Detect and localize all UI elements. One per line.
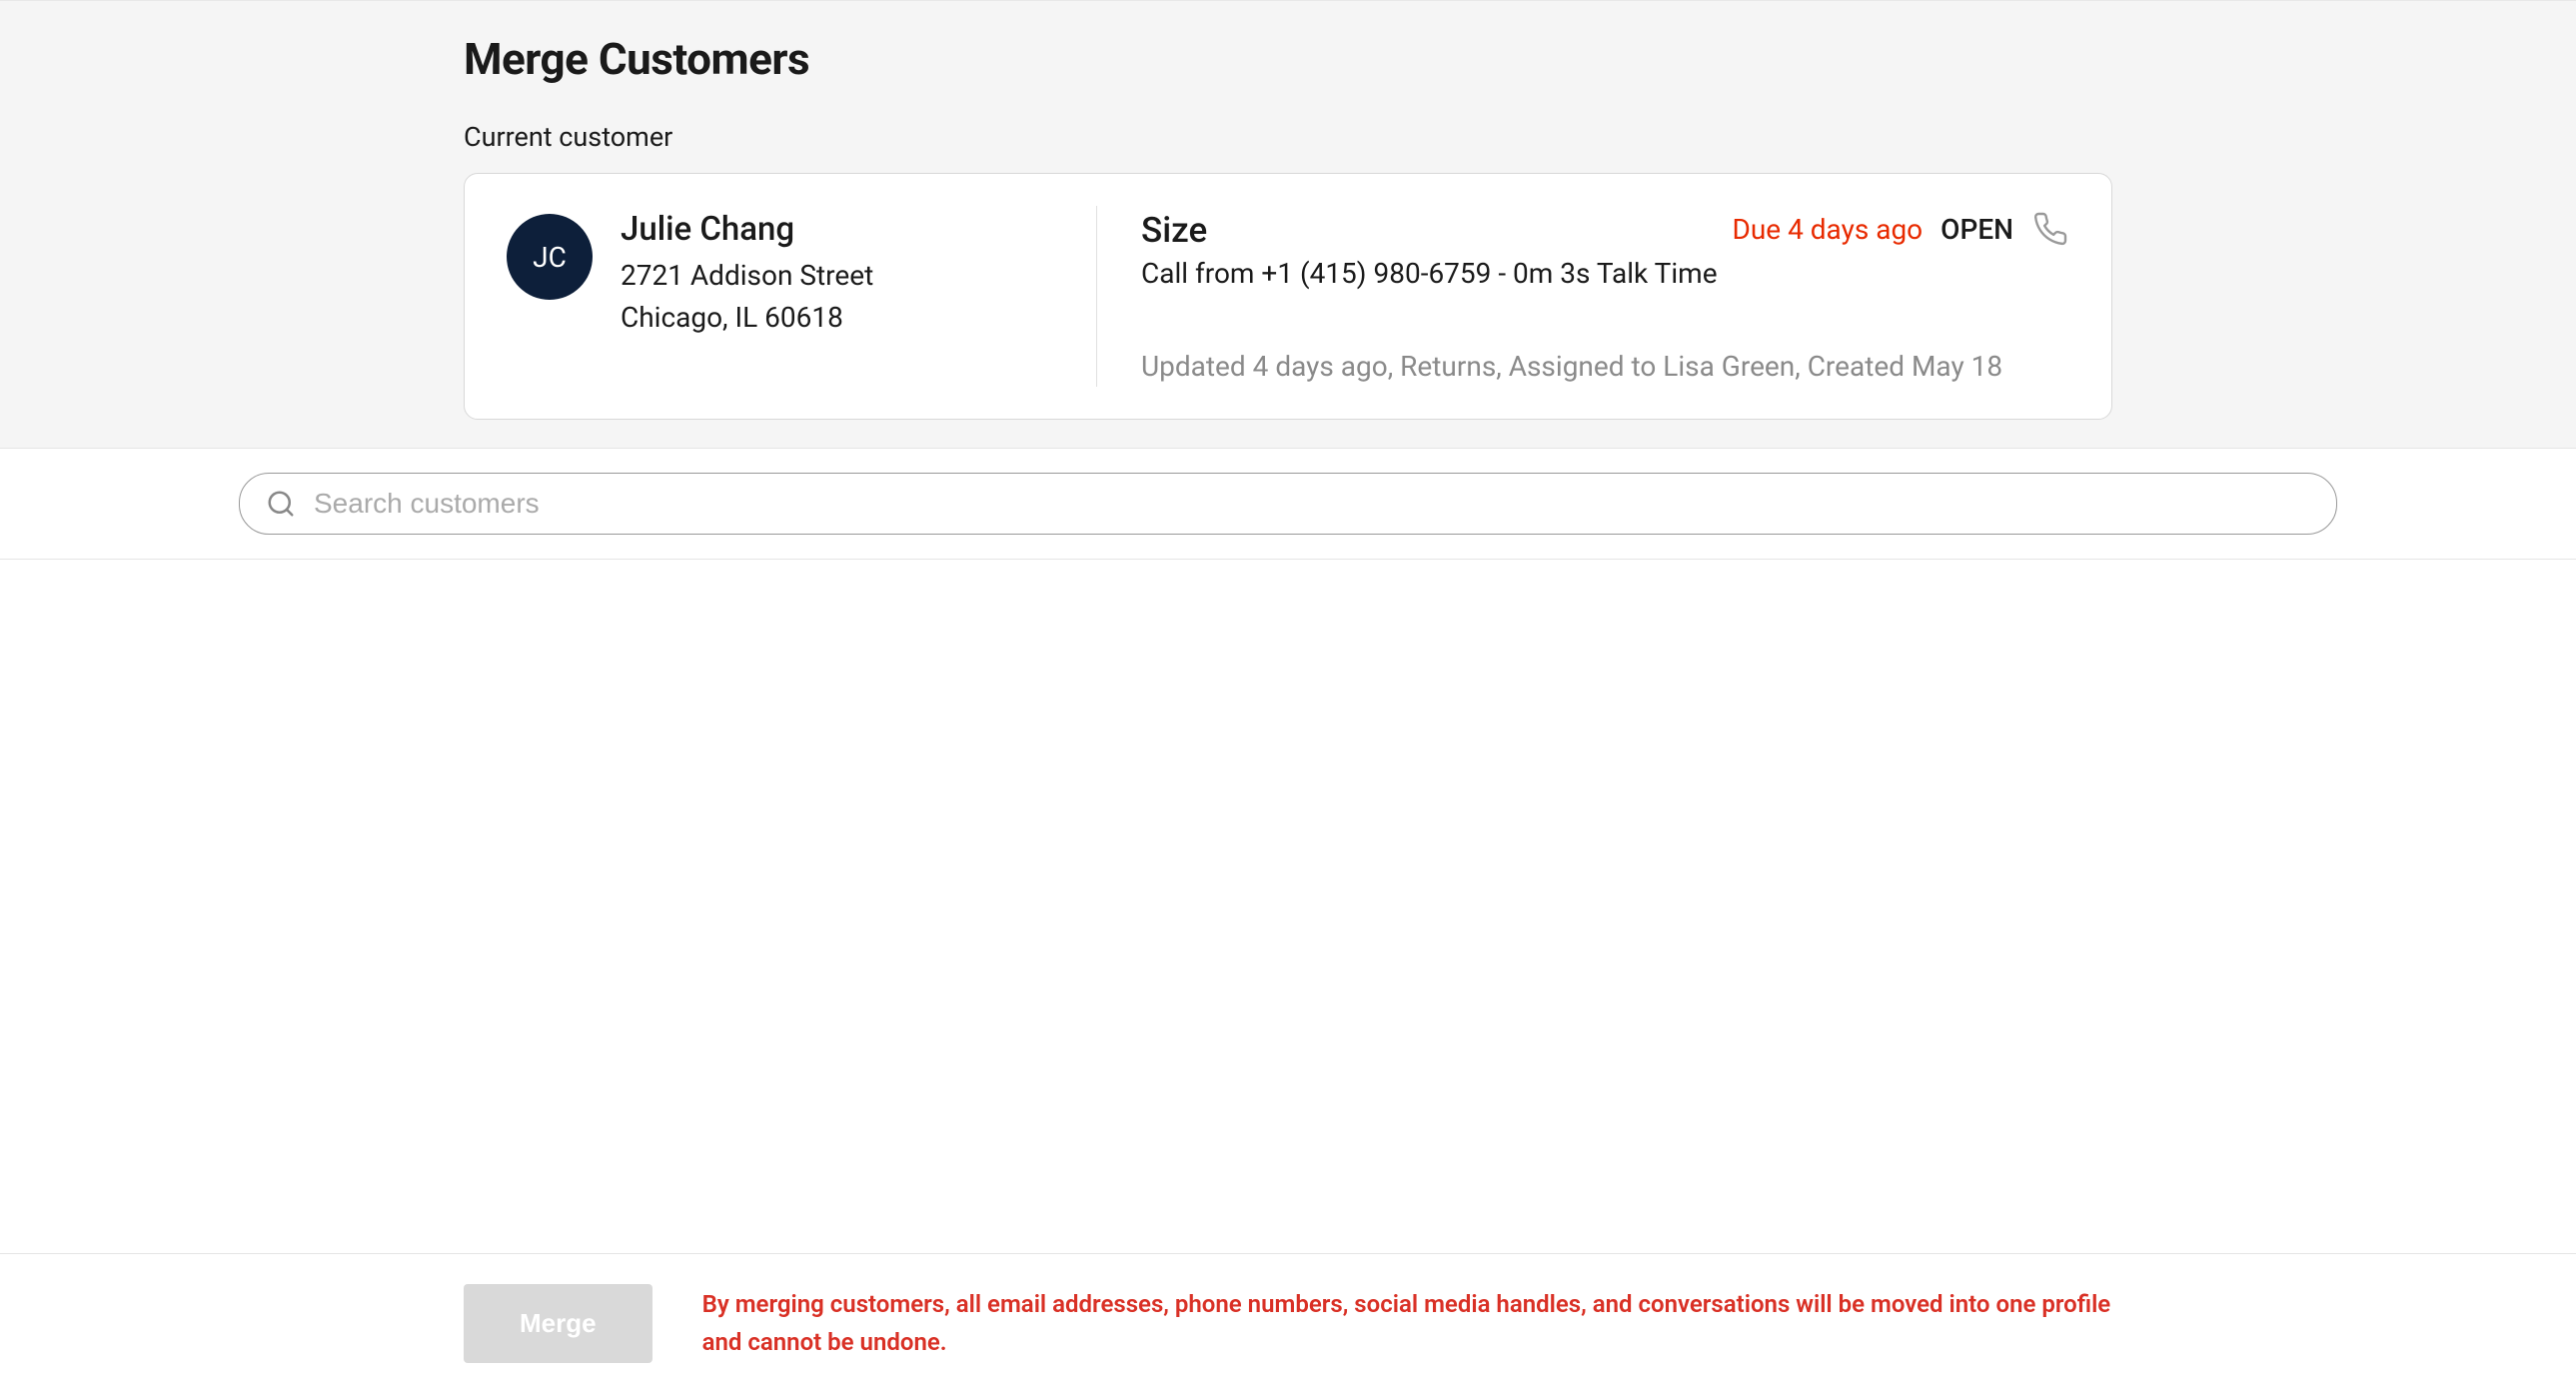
ticket-subtitle: Call from +1 (415) 980-6759 - 0m 3s Talk…	[1141, 257, 1718, 290]
search-icon	[265, 488, 297, 520]
merge-warning: By merging customers, all email addresse…	[702, 1286, 2112, 1360]
footer: Merge By merging customers, all email ad…	[0, 1253, 2576, 1393]
search-input[interactable]	[239, 473, 2337, 535]
customer-address-line2: Chicago, IL 60618	[621, 297, 873, 339]
merge-button[interactable]: Merge	[464, 1284, 652, 1363]
ticket-title: Size	[1141, 210, 1718, 251]
customer-name: Julie Chang	[621, 210, 873, 249]
customer-card: JC Julie Chang 2721 Addison Street Chica…	[464, 173, 2112, 420]
avatar: JC	[507, 214, 593, 300]
customer-summary: JC Julie Chang 2721 Addison Street Chica…	[507, 210, 1096, 383]
current-customer-label: Current customer	[464, 121, 2112, 153]
top-section: Merge Customers Current customer JC Juli…	[0, 0, 2576, 448]
search-section	[0, 448, 2576, 560]
status-badge: OPEN	[1940, 213, 2013, 246]
ticket-panel: Size Call from +1 (415) 980-6759 - 0m 3s…	[1097, 210, 2069, 383]
page-title: Merge Customers	[464, 33, 2112, 85]
phone-icon	[2031, 210, 2069, 248]
due-badge: Due 4 days ago	[1732, 213, 1923, 246]
customer-address-line1: 2721 Addison Street	[621, 255, 873, 297]
ticket-meta: Updated 4 days ago, Returns, Assigned to…	[1141, 350, 2069, 383]
